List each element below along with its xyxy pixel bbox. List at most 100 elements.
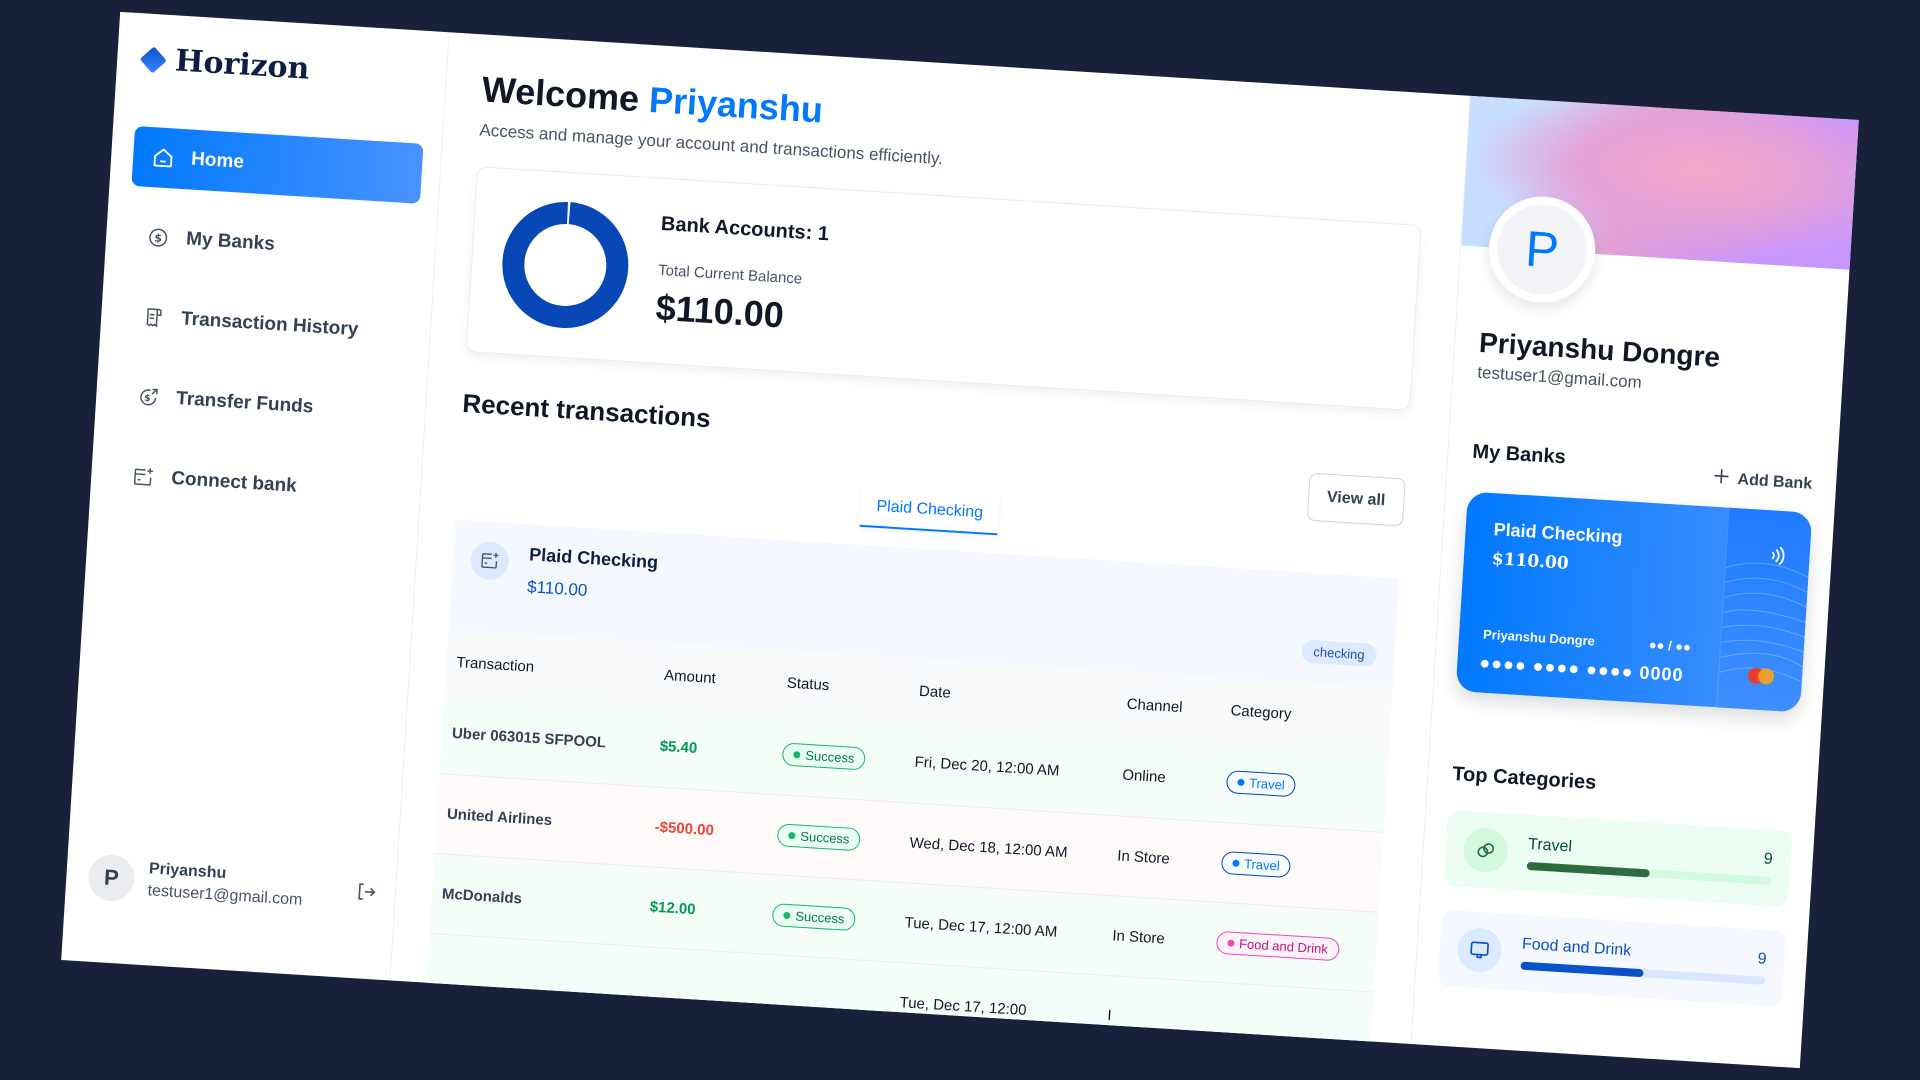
category-dot-icon [1231, 859, 1240, 867]
my-banks-title: My Banks [1471, 440, 1567, 469]
sidebar-item-label: Home [190, 148, 245, 173]
transaction-category: Food and Drink [1203, 901, 1379, 992]
app-name: Horizon [174, 43, 311, 87]
monitor-icon [1456, 926, 1503, 974]
sidebar: Horizon Home $ My Banks Transaction Hist… [61, 11, 450, 981]
category-count: 9 [1763, 850, 1774, 869]
transaction-status [755, 953, 893, 1042]
bank-accounts-count: Bank Accounts: 1 [660, 212, 830, 246]
category-dot-icon [1226, 938, 1235, 947]
mastercard-icon [1748, 667, 1775, 685]
transaction-amount [632, 945, 761, 1034]
transaction-category [1198, 980, 1374, 1069]
transaction-amount: $12.00 [637, 865, 765, 954]
top-categories-title: Top Categories [1451, 763, 1597, 794]
card-number: ●●●● ●●●● ●●●● 0000 [1478, 652, 1685, 686]
sidebar-item-my-banks[interactable]: $ My Banks [126, 206, 418, 284]
category-count: 9 [1757, 950, 1768, 968]
sidebar-item-label: Transaction History [180, 308, 359, 341]
category-name: Travel [1527, 835, 1573, 856]
category-dot-icon [1236, 778, 1245, 787]
transaction-channel: I [1094, 974, 1204, 1061]
card-balance: $110.00 [1491, 549, 1570, 574]
tab-plaid-checking[interactable]: Plaid Checking [859, 484, 1001, 536]
connect-bank-icon [131, 464, 156, 489]
category-name: Food and Drink [1521, 935, 1632, 960]
sidebar-nav: Home $ My Banks Transaction History $ Tr… [112, 125, 424, 523]
transaction-category: Travel [1208, 821, 1384, 912]
greeting-user-name: Priyanshu [647, 78, 825, 131]
sidebar-item-home[interactable]: Home [131, 125, 424, 204]
sidebar-item-transfer-funds[interactable]: $ Transfer Funds [116, 366, 408, 444]
main-content: Welcome Priyanshu Access and manage your… [391, 32, 1470, 1069]
add-bank-button[interactable]: Add Bank [1713, 468, 1813, 495]
status-badge: Success [776, 822, 862, 851]
category-item-travel[interactable]: Travel 9 [1443, 809, 1793, 908]
transaction-date: Wed, Dec 18, 12:00 AM [897, 801, 1110, 895]
bank-card[interactable]: Plaid Checking $110.00 Priyanshu Dongre … [1455, 491, 1813, 713]
transaction-name: Uber 063015 SFPOOL [439, 693, 653, 787]
category-progress-fill [1526, 861, 1650, 878]
transaction-category: Travel [1213, 741, 1389, 832]
doughnut-slice-plaid-checking[interactable] [502, 201, 629, 328]
my-banks-header: My Banks Add Bank [1448, 439, 1838, 493]
home-icon [150, 145, 175, 170]
link-circles-icon [1462, 826, 1510, 874]
right-sidebar: P Priyanshu Dongre testuser1@gmail.com M… [1410, 95, 1859, 1069]
status-badge: Success [771, 902, 857, 931]
sidebar-user: P Priyanshu testuser1@gmail.com [86, 853, 378, 918]
account-balance: $110.00 [526, 577, 588, 600]
sidebar-item-label: Transfer Funds [175, 388, 314, 418]
recent-transactions-title: Recent transactions [461, 387, 712, 434]
add-bank-label: Add Bank [1737, 470, 1813, 493]
column-header-channel: Channel [1114, 671, 1223, 742]
avatar[interactable]: P [86, 853, 136, 903]
view-all-button[interactable]: View all [1306, 472, 1406, 527]
transaction-name: United Airlines [434, 773, 648, 866]
status-label: Success [799, 828, 850, 847]
logo[interactable]: Horizon [139, 41, 429, 94]
dollar-circle-icon: $ [146, 225, 171, 250]
category-label: Food and Drink [1238, 935, 1329, 957]
sidebar-item-connect-bank[interactable]: Connect bank [112, 445, 404, 523]
connect-bank-icon [469, 540, 510, 581]
category-label: Travel [1243, 855, 1281, 873]
logout-icon[interactable] [354, 880, 378, 908]
svg-text:$: $ [154, 232, 162, 245]
column-header-amount: Amount [652, 642, 779, 714]
transaction-date: Tue, Dec 17, 12:00 AM [892, 881, 1105, 975]
card-expiry: ●● / ●● [1648, 636, 1692, 655]
sidebar-item-transaction-history[interactable]: Transaction History [121, 286, 413, 364]
sidebar-item-label: My Banks [185, 228, 276, 255]
greeting-text: Welcome [480, 68, 641, 120]
transaction-date: Tue, Dec 17, 12:00 [887, 961, 1100, 1055]
status-dot-icon [788, 831, 796, 839]
transaction-date: Fri, Dec 20, 12:00 AM [902, 722, 1115, 815]
category-badge: Food and Drink [1215, 930, 1340, 961]
transaction-channel: In Store [1099, 894, 1209, 981]
transaction-channel: Online [1109, 734, 1219, 822]
account-type-badge: checking [1300, 639, 1378, 668]
transaction-status: Success [769, 713, 908, 802]
card-bank-name: Plaid Checking [1493, 519, 1624, 548]
status-label: Success [794, 908, 845, 927]
svg-text:$: $ [144, 393, 151, 404]
horizon-logo-icon [139, 45, 167, 74]
account-name: Plaid Checking [528, 544, 659, 573]
transaction-name: McDonalds [429, 852, 643, 946]
total-balance-card: Bank Accounts: 1 Total Current Balance $… [465, 166, 1422, 411]
receipt-icon [141, 305, 166, 330]
status-dot-icon [783, 911, 791, 919]
money-send-icon: $ [136, 385, 161, 410]
category-badge: Travel [1225, 770, 1297, 798]
transactions-table: Transaction Amount Status Date Channel C… [424, 629, 1393, 1069]
total-balance-label: Total Current Balance [657, 261, 803, 288]
status-label: Success [804, 748, 855, 767]
category-item-food-and-drink[interactable]: Food and Drink 9 [1437, 909, 1787, 1007]
category-label: Travel [1248, 775, 1286, 793]
category-progress-fill [1520, 961, 1644, 978]
transaction-amount: $5.40 [647, 706, 775, 794]
transaction-channel: In Store [1104, 814, 1214, 902]
transaction-status: Success [760, 873, 898, 962]
column-header-category: Category [1218, 677, 1393, 753]
